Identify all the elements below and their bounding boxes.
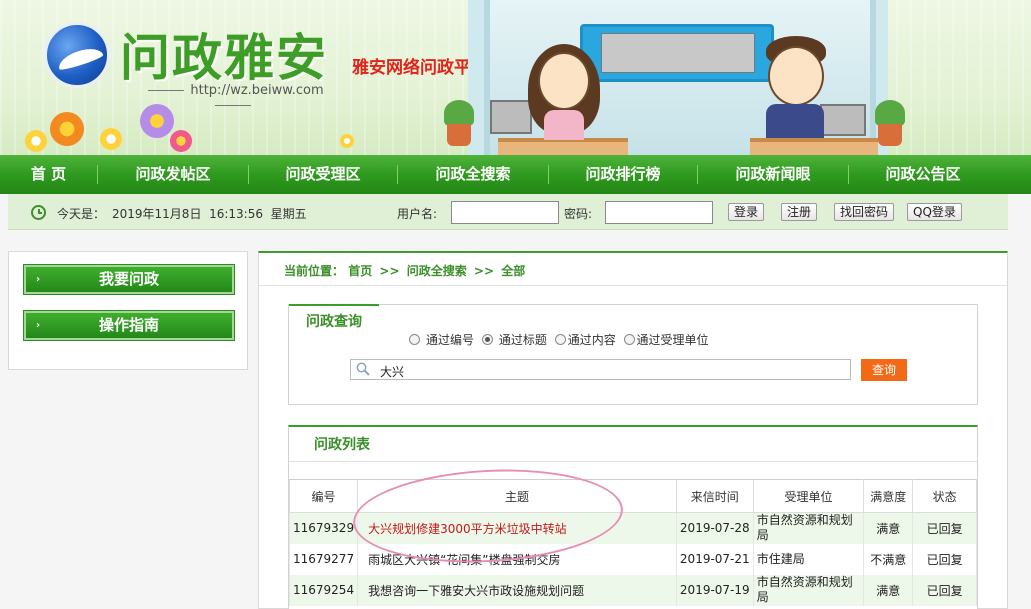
query-panel: 问政查询 通过编号 通过标题 通过内容 通过受理单位 大兴 查询 (288, 304, 978, 405)
login-button[interactable]: 登录 (728, 203, 765, 221)
column-header-satisfaction: 满意度 (863, 479, 914, 513)
arrow-right-icon: › (36, 274, 41, 285)
radio-by-unit-label: 通过受理单位 (636, 333, 709, 347)
search-icon (356, 362, 370, 376)
breadcrumb: 当前位置： 首页 >> 问政全搜索 >> 全部 (284, 262, 525, 279)
row-satisfaction: 不满意 (863, 543, 914, 575)
flowers-decoration-icon (20, 100, 360, 155)
table-row[interactable]: 11679254 我想咨询一下雅安大兴市政设施规划问题 2019-07-19 市… (288, 574, 977, 606)
row-topic-link[interactable]: 雨城区大兴镇“花间集”楼盘强制交房 (357, 543, 677, 575)
password-label: 密码: (564, 207, 593, 221)
today-label: 今天是： (57, 207, 106, 221)
radio-button-checked[interactable] (481, 334, 493, 345)
row-status: 已回复 (912, 512, 977, 544)
register-button[interactable]: 注册 (781, 203, 818, 221)
nav-item-accept[interactable]: 问政受理区 (249, 155, 397, 194)
nav-item-post[interactable]: 问政发帖区 (98, 155, 248, 194)
column-header-date: 来信时间 (675, 479, 754, 513)
row-date: 2019-07-21 (675, 543, 754, 575)
nav-item-search[interactable]: 问政全搜索 (398, 155, 548, 194)
row-satisfaction: 满意 (863, 574, 914, 606)
password-input[interactable] (605, 201, 713, 224)
row-id: 11679277 (288, 543, 359, 575)
row-unit: 市住建局 (752, 543, 865, 575)
arrow-right-icon: › (36, 320, 41, 331)
clock-icon (31, 205, 46, 220)
table-row[interactable]: 11679277 雨城区大兴镇“花间集”楼盘强制交房 2019-07-21 市住… (288, 543, 977, 575)
table-header-row: 编号 主题 来信时间 受理单位 满意度 状态 (288, 479, 977, 513)
guide-button[interactable]: › 操作指南 (24, 311, 234, 340)
plant-icon (875, 100, 905, 126)
query-button[interactable]: 查询 (861, 359, 907, 381)
row-date: 2019-07-19 (675, 574, 754, 606)
table-row[interactable]: 11679329 大兴规划修建3000平方米垃圾中转站 2019-07-28 市… (288, 512, 977, 544)
row-id: 11679329 (288, 512, 359, 544)
today-datetime: 2019年11月8日 16:13:56 星期五 (112, 207, 307, 221)
ask-question-label: 我要问政 (98, 270, 159, 288)
column-header-id: 编号 (288, 479, 359, 513)
qq-login-button[interactable]: QQ登录 (907, 203, 962, 221)
radio-by-title[interactable]: 通过标题 (481, 331, 547, 348)
radio-button[interactable] (554, 334, 566, 345)
username-label: 用户名: (397, 207, 438, 221)
row-topic-link[interactable]: 我想咨询一下雅安大兴市政设施规划问题 (357, 574, 677, 606)
header-banner: 问政雅安 雅安网络问政平台 http://wz.beiww.com (0, 0, 1031, 155)
nav-item-news[interactable]: 问政新闻眼 (698, 155, 848, 194)
radio-button[interactable] (409, 334, 420, 345)
sidebar: › 我要问政 › 操作指南 (8, 251, 248, 370)
logo-icon (44, 22, 110, 88)
column-header-unit: 受理单位 (752, 479, 865, 513)
search-type-radios: 通过编号 通过标题 通过内容 通过受理单位 (409, 331, 713, 348)
nav-item-home[interactable]: 首 页 (0, 155, 97, 194)
plant-icon (444, 100, 474, 126)
radio-by-id-label: 通过编号 (426, 333, 475, 347)
search-input[interactable]: 大兴 (350, 359, 851, 380)
row-status: 已回复 (912, 574, 977, 606)
recover-password-button[interactable]: 找回密码 (834, 203, 895, 221)
question-table: 编号 主题 来信时间 受理单位 满意度 状态 11679329 大兴规划修建30… (288, 479, 977, 606)
breadcrumb-search[interactable]: 问政全搜索 (407, 264, 467, 278)
column-header-topic: 主题 (357, 479, 677, 513)
radio-by-unit[interactable]: 通过受理单位 (623, 331, 709, 348)
main-nav: 首 页 问政发帖区 问政受理区 问政全搜索 问政排行榜 问政新闻眼 问政公告区 (0, 155, 1031, 194)
search-input-value: 大兴 (380, 365, 405, 379)
breadcrumb-home[interactable]: 首页 (348, 264, 372, 278)
logo-title: 问政雅安 (120, 29, 328, 87)
nav-item-notice[interactable]: 问政公告区 (849, 155, 997, 194)
ask-question-button[interactable]: › 我要问政 (24, 265, 234, 294)
row-unit: 市自然资源和规划局 (752, 574, 865, 606)
guide-label: 操作指南 (98, 316, 159, 334)
column-header-status: 状态 (912, 479, 977, 513)
monitor-icon (490, 100, 532, 134)
row-status: 已回复 (912, 543, 977, 575)
row-date: 2019-07-28 (675, 512, 754, 544)
question-list-panel: 问政列表 编号 主题 来信时间 受理单位 满意度 状态 11679329 大兴规… (288, 425, 978, 609)
radio-by-content[interactable]: 通过内容 (554, 331, 616, 348)
radio-by-title-label: 通过标题 (498, 333, 547, 347)
list-title: 问政列表 (314, 437, 370, 453)
display-screen-icon (580, 24, 774, 82)
radio-by-id[interactable]: 通过编号 (409, 331, 474, 348)
username-input[interactable] (451, 201, 559, 224)
breadcrumb-current: 全部 (501, 264, 526, 278)
row-topic-link[interactable]: 大兴规划修建3000平方米垃圾中转站 (357, 512, 677, 544)
row-id: 11679254 (288, 574, 359, 606)
radio-by-content-label: 通过内容 (567, 333, 616, 347)
info-bar: 今天是： 2019年11月8日 16:13:56 星期五 用户名: 密码: 登录… (8, 194, 1008, 230)
row-satisfaction: 满意 (863, 512, 914, 544)
query-title: 问政查询 (306, 314, 362, 330)
radio-button[interactable] (623, 334, 635, 345)
main-content: 当前位置： 首页 >> 问政全搜索 >> 全部 问政查询 通过编号 通过标题 通… (258, 251, 1008, 609)
row-unit: 市自然资源和规划局 (752, 512, 865, 544)
monitor-icon (820, 104, 866, 136)
nav-item-ranking[interactable]: 问政排行榜 (549, 155, 697, 194)
breadcrumb-separator: >> (473, 264, 495, 278)
breadcrumb-prefix: 当前位置： (284, 264, 345, 278)
breadcrumb-separator: >> (379, 264, 400, 278)
